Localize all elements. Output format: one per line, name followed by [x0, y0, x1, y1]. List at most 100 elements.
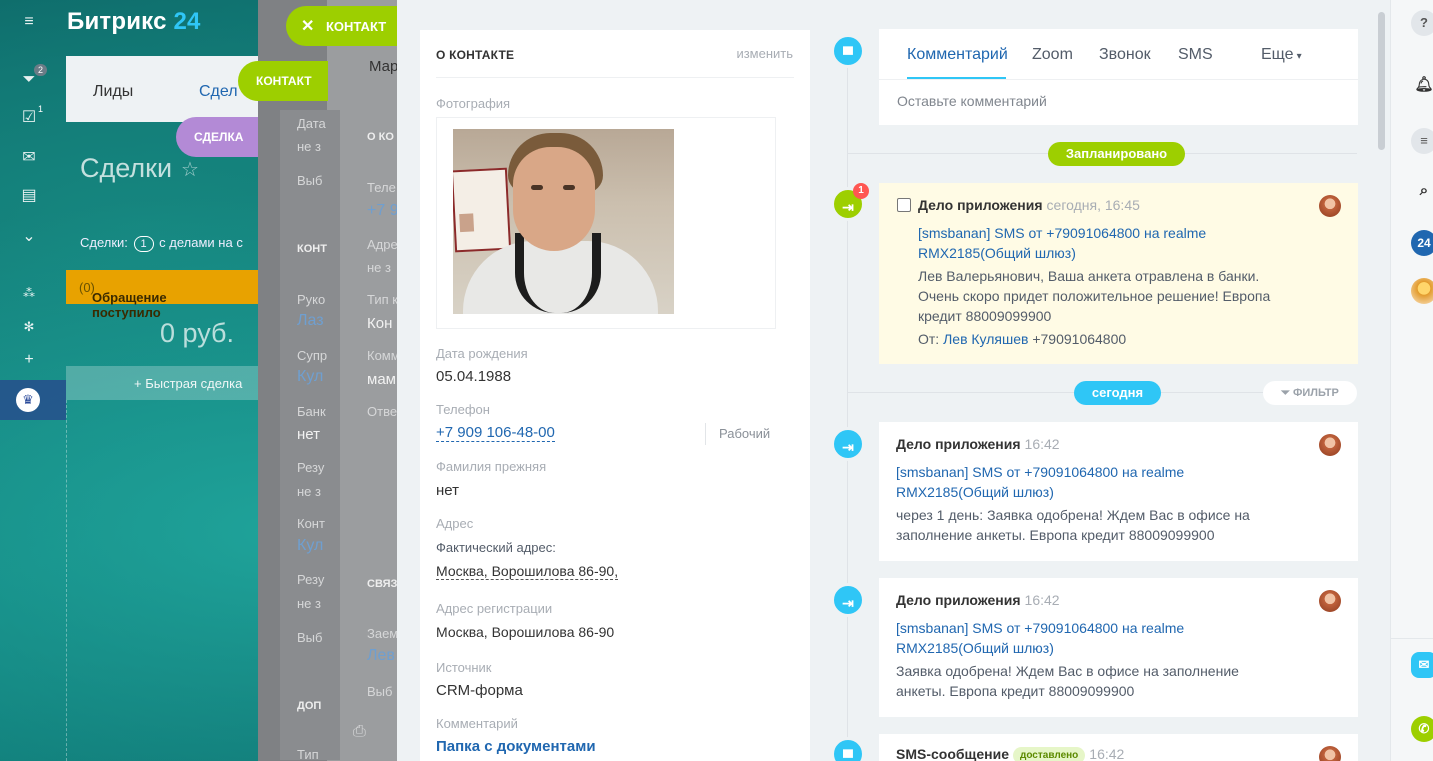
sms-link[interactable]: [smsbanan] SMS от +79091064800 на realme… [896, 462, 1226, 502]
tab-comment[interactable]: Комментарий [907, 46, 1008, 64]
tab-leads[interactable]: Лиды [93, 83, 133, 101]
user-avatar[interactable] [1411, 278, 1433, 304]
activity-title[interactable]: Дело приложения сегодня, 16:45 [918, 197, 1140, 213]
middle-section-title: КОНТ [297, 243, 327, 255]
bitrix24-icon[interactable]: 24 [1411, 230, 1433, 256]
middle-field: Резу [297, 460, 325, 475]
filter-button[interactable]: ⏷ ФИЛЬТР [1263, 381, 1357, 405]
mail-icon[interactable]: ✉ [19, 148, 39, 168]
middle-field[interactable]: +7 9 [367, 202, 399, 220]
tab-zoom[interactable]: Zoom [1032, 46, 1073, 64]
middle-field[interactable]: Кул [297, 537, 323, 555]
previous-surname-label: Фамилия прежняя [436, 459, 547, 474]
kanban-divider [66, 400, 67, 761]
middle-field: не з [297, 596, 321, 611]
middle-section-title: СВЯЗ [367, 578, 398, 590]
notification-badge: 1 [853, 183, 869, 199]
comment-input[interactable]: Оставьте комментарий [897, 93, 1047, 109]
phone-link[interactable]: +7 909 106-48-00 [436, 424, 555, 442]
chat-icon[interactable]: ✉ [1411, 652, 1433, 678]
sms-icon: ▀ [831, 737, 865, 761]
actual-address-value[interactable]: Москва, Ворошилова 86-90, [436, 563, 619, 580]
planned-section-label: Запланировано [1048, 142, 1185, 166]
middle-field: Отве [367, 404, 398, 419]
deal-tab-fragment[interactable]: Мар [369, 58, 398, 75]
crm-tabs: Лиды Сдел [66, 56, 266, 122]
kanban-stage-header[interactable]: Обращение поступило (0) [66, 270, 258, 320]
middle-field[interactable]: Лев [367, 647, 395, 665]
activity-text: Лев Валерьянович, Ваша анкета отравлена … [918, 268, 1271, 324]
chevron-circle-icon[interactable]: ⌄ [19, 227, 39, 247]
nav-badge-counter: 2 [34, 64, 48, 76]
filter-icon: ⏷ [1281, 387, 1290, 399]
activity-title[interactable]: Дело приложения 16:42 [896, 592, 1060, 608]
middle-field[interactable]: Выб [297, 630, 322, 645]
contact-photo[interactable] [453, 129, 674, 314]
timeline-axis [847, 50, 848, 761]
activity-card: SMS-сообщение доставлено 16:42 [879, 734, 1358, 761]
tab-deals[interactable]: Сдел [199, 83, 238, 101]
contact-slider-label[interactable]: КОНТАКТ [238, 61, 328, 101]
middle-field[interactable]: Лаз [297, 312, 324, 330]
activity-composer: Комментарий Zoom Звонок SMS Еще ▾ Оставьт… [879, 29, 1358, 125]
close-contact-slider-button[interactable]: ✕ КОНТАКТ [286, 6, 398, 46]
tab-call[interactable]: Звонок [1099, 46, 1151, 64]
actual-address-label: Фактический адрес: [436, 540, 556, 555]
birth-date-value: 05.04.1988 [436, 368, 512, 385]
source-value: CRM-форма [436, 682, 523, 699]
star-icon[interactable]: ☆ [181, 157, 199, 182]
activity-title[interactable]: SMS-сообщение доставлено 16:42 [896, 746, 1124, 761]
sitemap-icon[interactable]: ⁂ [19, 283, 39, 303]
middle-field: не з [297, 139, 321, 154]
middle-field: Тип к [367, 292, 398, 307]
deals-count-badge[interactable]: 1 [133, 236, 154, 252]
comment-bubble-icon: ▀ [831, 34, 865, 68]
search-icon[interactable]: ⌕ [1411, 178, 1433, 204]
middle-field[interactable]: Выб [297, 173, 322, 188]
app-activity-icon: ⇥ [831, 583, 865, 617]
registration-address-label: Адрес регистрации [436, 601, 553, 616]
activity-title[interactable]: Дело приложения 16:42 [896, 436, 1060, 452]
middle-field: Резу [297, 572, 325, 587]
activity-text: Заявка одобрена! Ждем Вас в офисе на зап… [896, 663, 1239, 699]
crown-menu-item[interactable]: ♛ [0, 380, 66, 420]
avatar[interactable] [1319, 746, 1341, 761]
complete-checkbox[interactable] [897, 198, 911, 212]
sender-link[interactable]: Лев Куляшев [943, 331, 1028, 347]
previous-surname-value: нет [436, 482, 459, 499]
middle-field[interactable]: Кул [297, 368, 323, 386]
comment-label: Комментарий [436, 716, 518, 731]
sms-link[interactable]: [smsbanan] SMS от +79091064800 на realme… [918, 223, 1248, 263]
phone-icon[interactable]: ✆ [1411, 716, 1433, 742]
stage-sum: 0 руб. [160, 318, 234, 348]
avatar[interactable] [1319, 195, 1341, 217]
tab-more[interactable]: Еще ▾ [1261, 46, 1302, 64]
plus-icon[interactable]: + [19, 350, 39, 370]
contact-slider: О КОНТАКТЕ изменить Фотография Дата рожд… [397, 0, 1390, 761]
notes-icon[interactable]: ≡ [1411, 128, 1433, 154]
app-activity-icon: ⇥ 1 [831, 183, 869, 221]
middle-field: Адре [367, 237, 398, 252]
help-icon[interactable]: ? [1411, 10, 1433, 36]
avatar[interactable] [1319, 590, 1341, 612]
deal-slider-label[interactable]: СДЕЛКА [176, 117, 258, 157]
photo-label: Фотография [436, 96, 511, 111]
close-icon: ✕ [301, 18, 315, 35]
printer-icon[interactable]: ⎙ [353, 723, 366, 741]
chevron-down-icon: ▾ [1296, 51, 1302, 62]
bell-icon[interactable]: 🔔︎ [1411, 72, 1433, 98]
calendar-icon[interactable]: ▤ [19, 186, 39, 206]
sms-link[interactable]: [smsbanan] SMS от +79091064800 на realme… [896, 618, 1226, 658]
edit-link[interactable]: изменить [736, 46, 793, 61]
tab-sms[interactable]: SMS [1178, 46, 1213, 64]
hamburger-icon[interactable]: ≡ [19, 12, 39, 32]
scrollbar[interactable] [1378, 12, 1385, 150]
documents-folder-link[interactable]: Папка с документами [436, 738, 596, 755]
middle-field[interactable]: Выб [367, 684, 392, 699]
portal-logo[interactable]: Битрикс 24 [67, 8, 201, 36]
registration-address-value: Москва, Ворошилова 86-90 [436, 624, 615, 640]
gear-icon[interactable]: ✻ [19, 317, 39, 337]
quick-deal-button[interactable]: + Быстрая сделка [66, 366, 258, 400]
avatar[interactable] [1319, 434, 1341, 456]
birth-date-label: Дата рождения [436, 346, 528, 361]
